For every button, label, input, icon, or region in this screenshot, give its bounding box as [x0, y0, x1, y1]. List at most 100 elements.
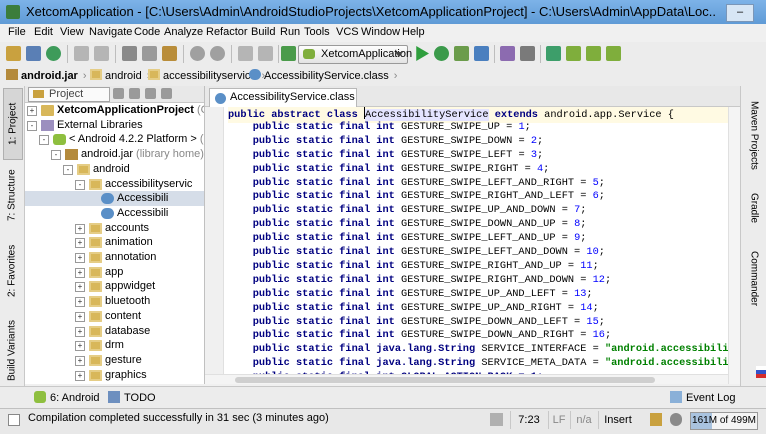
back-icon[interactable] — [238, 46, 253, 61]
tab-todo[interactable]: TODO — [108, 391, 156, 404]
menu-navigate[interactable]: Navigate — [89, 26, 132, 38]
menu-help[interactable]: Help — [402, 26, 425, 38]
redo-icon[interactable] — [94, 46, 109, 61]
tab-event-log[interactable]: Event Log — [670, 391, 736, 404]
collapse-icon[interactable]: - — [75, 179, 85, 190]
insert-mode[interactable]: Insert — [598, 411, 637, 429]
file-encoding[interactable]: n/a — [570, 411, 597, 429]
tree-item-android-platform[interactable]: - < Android 4.2.2 Platform > (C — [25, 132, 204, 147]
menu-refactor[interactable]: Refactor — [206, 26, 248, 38]
project-structure-icon[interactable] — [500, 46, 515, 61]
tab-accessibilityservice-class[interactable]: AccessibilityService.class — [209, 88, 357, 107]
synchronize-icon[interactable] — [46, 46, 61, 61]
find-icon[interactable] — [190, 46, 205, 61]
tree-item-package-annotation[interactable]: + annotation — [25, 250, 204, 265]
menu-file[interactable]: File — [8, 26, 26, 38]
tree-item-project[interactable]: + XetcomApplicationProject (C: — [25, 103, 204, 118]
tab-favorites[interactable]: 2: Favorites — [3, 238, 21, 304]
cut-icon[interactable] — [122, 46, 137, 61]
inspector-icon[interactable] — [670, 413, 682, 426]
menu-vcs[interactable]: VCS — [336, 26, 359, 38]
menu-tools[interactable]: Tools — [304, 26, 330, 38]
debug-icon[interactable] — [434, 46, 449, 61]
tool-windows-icon[interactable] — [8, 414, 20, 426]
menu-edit[interactable]: Edit — [34, 26, 53, 38]
project-view-selector[interactable]: Project — [28, 87, 110, 102]
tab-project[interactable]: 1: Project — [3, 88, 23, 160]
open-folder-icon[interactable] — [6, 46, 21, 61]
tab-android[interactable]: 6: Android — [34, 391, 100, 404]
tab-gradle[interactable]: Gradle — [745, 186, 763, 230]
save-all-icon[interactable] — [26, 46, 41, 61]
gear-icon[interactable] — [145, 88, 156, 99]
undo-icon[interactable] — [74, 46, 89, 61]
tree-item-package-gesture[interactable]: + gesture — [25, 353, 204, 368]
expand-icon[interactable]: + — [75, 326, 85, 337]
tab-commander[interactable]: Commander — [745, 244, 763, 314]
lock-icon[interactable] — [650, 413, 662, 426]
tree-item-package-android[interactable]: - android — [25, 162, 204, 177]
editor-horizontal-scrollbar[interactable] — [205, 374, 728, 384]
expand-icon[interactable]: + — [75, 341, 85, 352]
tab-build-variants[interactable]: Build Variants — [3, 318, 21, 384]
hide-icon[interactable] — [161, 88, 172, 99]
caret-position[interactable]: 7:23 — [510, 411, 547, 429]
tree-item-package-bluetooth[interactable]: + bluetooth — [25, 294, 204, 309]
menu-window[interactable]: Window — [361, 26, 400, 38]
notification-icon[interactable] — [490, 413, 503, 426]
editor-vertical-scrollbar[interactable] — [728, 107, 740, 384]
expand-icon[interactable]: + — [75, 355, 85, 366]
run-configuration-select[interactable]: XetcomApplication — [298, 45, 412, 64]
menu-analyze[interactable]: Analyze — [164, 26, 203, 38]
tree-item-package-accounts[interactable]: + accounts — [25, 221, 204, 236]
expand-icon[interactable]: + — [75, 267, 85, 278]
sync-gradle-icon[interactable] — [546, 46, 561, 61]
coverage-icon[interactable] — [474, 46, 489, 61]
menu-run[interactable]: Run — [280, 26, 300, 38]
paste-icon[interactable] — [162, 46, 177, 61]
tab-maven-projects[interactable]: Maven Projects — [745, 94, 763, 176]
run-icon[interactable] — [416, 46, 429, 61]
tree-item-package-app[interactable]: + app — [25, 265, 204, 280]
tree-item-package-appwidget[interactable]: + appwidget — [25, 279, 204, 294]
replace-icon[interactable] — [210, 46, 225, 61]
expand-icon[interactable]: + — [75, 370, 85, 381]
tree-item-android-jar[interactable]: - android.jar (library home) — [25, 147, 204, 162]
collapse-icon[interactable]: - — [51, 150, 61, 161]
tree-item-package-graphics[interactable]: + graphics — [25, 368, 204, 383]
breadcrumb-accessibilityservice[interactable]: accessibilityservice › — [148, 69, 265, 83]
tree-item-package-database[interactable]: + database — [25, 324, 204, 339]
collapse-icon[interactable]: - — [27, 120, 37, 131]
tree-item-external-libraries[interactable]: - External Libraries — [25, 118, 204, 133]
breadcrumb-android[interactable]: android› — [90, 69, 150, 83]
tab-structure[interactable]: 7: Structure — [3, 160, 21, 230]
make-project-icon[interactable] — [281, 46, 296, 61]
collapse-icon[interactable]: - — [39, 135, 49, 146]
expand-icon[interactable]: + — [75, 297, 85, 308]
tree-item-class-accessibilityservice[interactable]: Accessibili — [25, 191, 204, 207]
copy-icon[interactable] — [142, 46, 157, 61]
tree-item-package-drm[interactable]: + drm — [25, 338, 204, 353]
collapse-all-icon[interactable] — [129, 88, 140, 99]
tree-item-class-accessibilityserviceinfo[interactable]: Accessibili — [25, 206, 204, 221]
tree-item-package-accessibilityservice[interactable]: - accessibilityservic — [25, 177, 204, 192]
forward-icon[interactable] — [258, 46, 273, 61]
minimize-button[interactable]: – — [726, 4, 754, 22]
android-monitor-icon[interactable] — [606, 46, 621, 61]
line-separator[interactable]: LF — [548, 411, 569, 429]
avd-manager-icon[interactable] — [566, 46, 581, 61]
expand-icon[interactable]: + — [75, 311, 85, 322]
tree-item-package-animation[interactable]: + animation — [25, 235, 204, 250]
menu-code[interactable]: Code — [134, 26, 160, 38]
sdk-manager-icon[interactable] — [586, 46, 601, 61]
expand-icon[interactable]: + — [75, 282, 85, 293]
menu-build[interactable]: Build — [251, 26, 275, 38]
settings-icon[interactable] — [520, 46, 535, 61]
scroll-from-source-icon[interactable] — [113, 88, 124, 99]
breadcrumb-class[interactable]: AccessibilityService.class › — [249, 69, 397, 83]
menu-view[interactable]: View — [60, 26, 84, 38]
expand-icon[interactable]: + — [75, 223, 85, 234]
memory-indicator[interactable]: 161M of 499M — [690, 412, 758, 430]
collapse-icon[interactable]: - — [63, 164, 73, 175]
breadcrumb-jar[interactable]: android.jar › — [6, 69, 87, 83]
